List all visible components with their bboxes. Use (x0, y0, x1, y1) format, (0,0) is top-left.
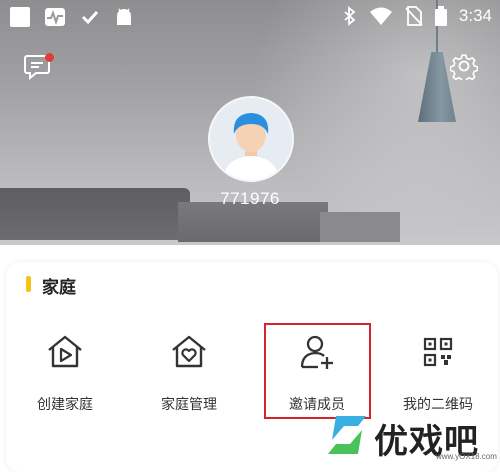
app-square-icon (10, 7, 30, 27)
clock: 3:34 (458, 6, 492, 25)
user-avatar-icon (210, 98, 292, 180)
watermark-logo-icon (328, 416, 366, 454)
heart-rate-app-icon (45, 8, 65, 26)
create-family-button[interactable]: 创建家庭 (5, 332, 125, 414)
section-accent-bar (26, 276, 31, 292)
bluetooth-icon (344, 6, 356, 26)
create-family-label: 创建家庭 (37, 397, 93, 413)
invite-member-highlight-box (264, 323, 371, 419)
no-sim-icon (405, 6, 423, 26)
gear-icon[interactable] (450, 52, 478, 80)
avatar[interactable] (208, 96, 294, 182)
wifi-icon (369, 7, 392, 25)
qr-code-icon (423, 337, 453, 367)
home-heart-icon (172, 335, 206, 368)
family-management-label: 家庭管理 (161, 397, 217, 413)
username: 771976 (220, 189, 280, 208)
watermark: 优戏吧 www.yOX18.com (318, 410, 500, 462)
section-title: 家庭 (42, 278, 76, 298)
battery-icon (434, 6, 447, 26)
check-icon (81, 10, 99, 25)
my-qr-code-button[interactable]: 我的二维码 (378, 332, 498, 414)
home-play-icon (48, 335, 82, 368)
notification-dot (45, 53, 54, 62)
android-icon (117, 8, 131, 25)
sofa-cushion (320, 212, 400, 242)
family-management-button[interactable]: 家庭管理 (129, 332, 249, 414)
status-bar: 3:34 (0, 0, 500, 34)
